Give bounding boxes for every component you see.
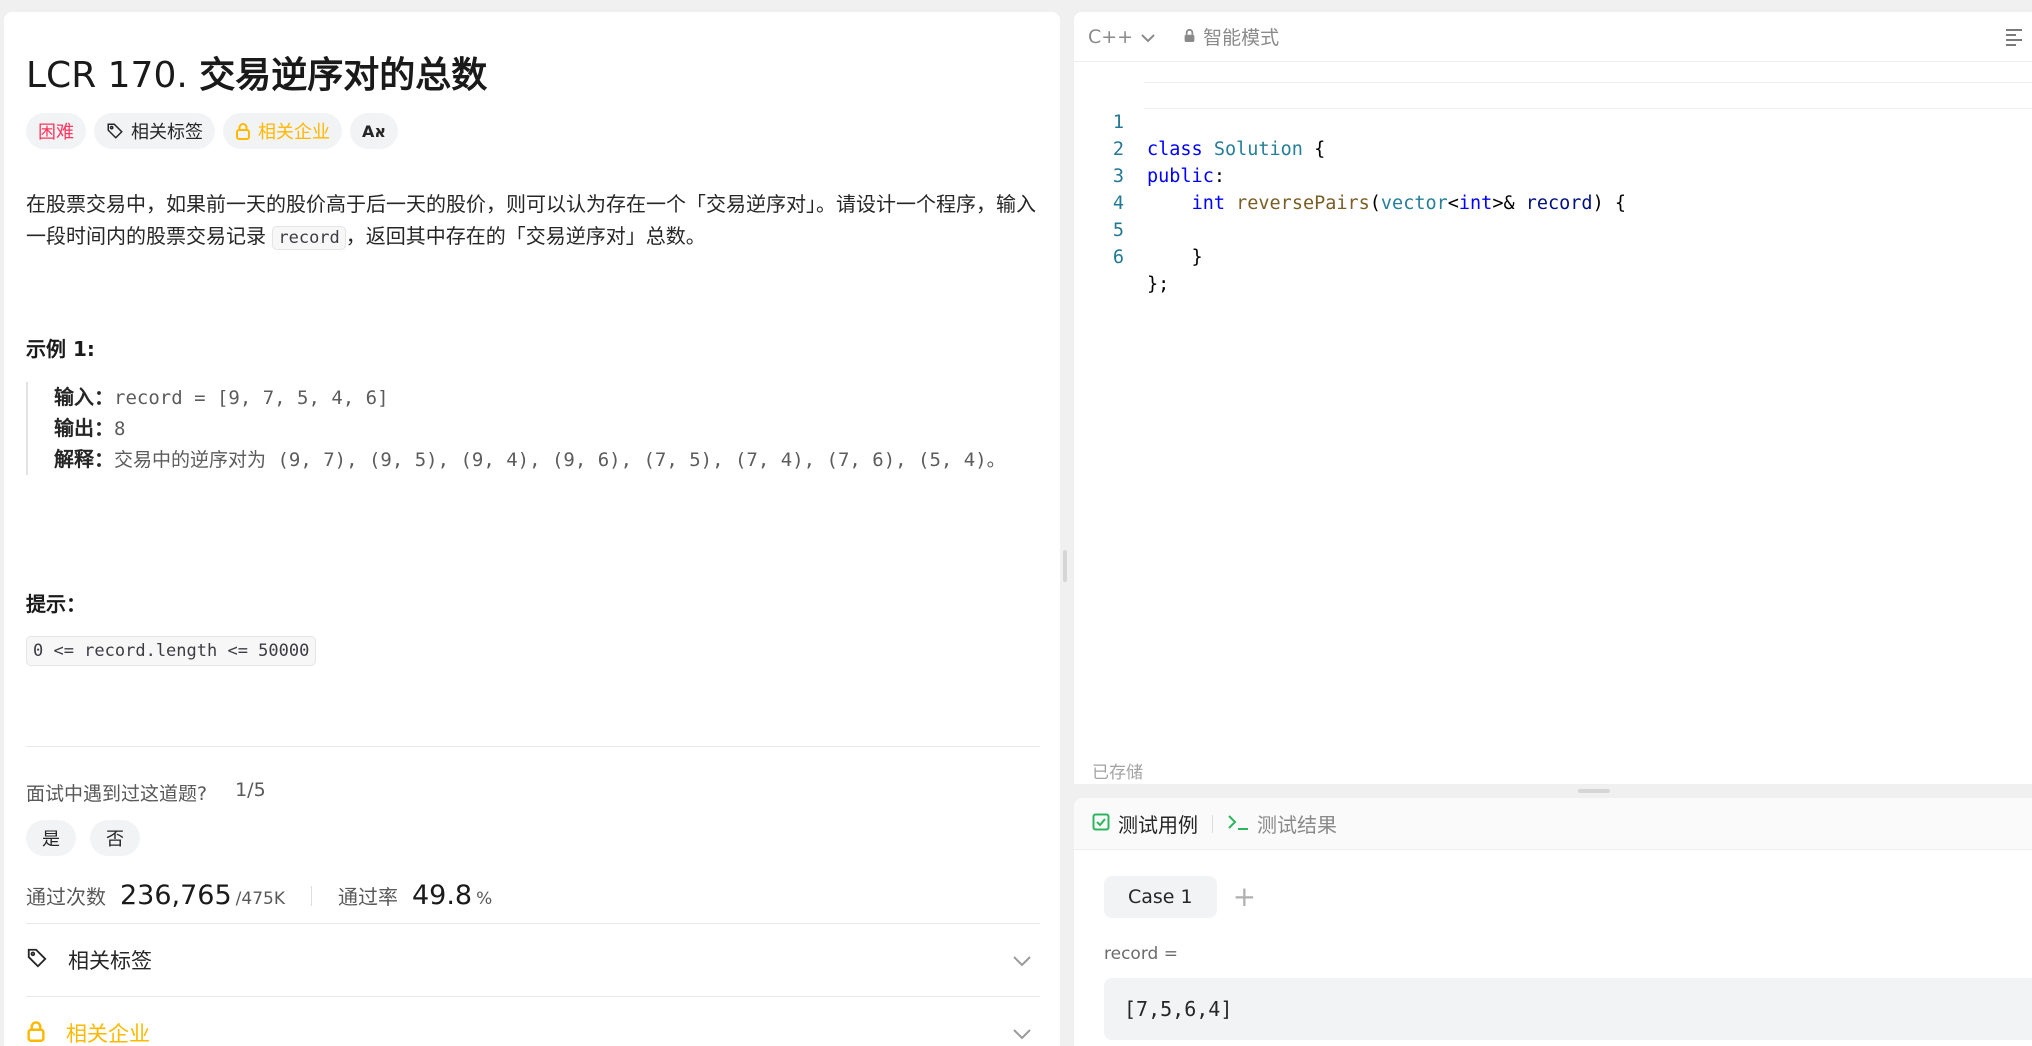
- interview-question-text: 面试中遇到过这道题?: [26, 783, 208, 805]
- add-case-button[interactable]: +: [1233, 883, 1256, 911]
- tab-divider: [1212, 814, 1213, 833]
- code-line-text: };: [1147, 274, 1170, 295]
- code-line: 2 public:: [1074, 109, 2032, 187]
- tab-testcases-label: 测试用例: [1118, 813, 1198, 837]
- chevron-down-icon: [1012, 1021, 1032, 1045]
- tab-testcases[interactable]: 测试用例: [1092, 809, 1198, 838]
- example-output-label: 输出：: [54, 416, 114, 440]
- interview-question: 面试中遇到过这道题? 1/5: [26, 779, 266, 806]
- testcase-tabs: 测试用例 测试结果: [1074, 798, 2032, 850]
- editor-toolbar: C++ 智能模式: [1074, 12, 2032, 62]
- terminal-icon: [1227, 812, 1249, 836]
- code-line-text: }: [1147, 247, 1203, 268]
- code-line: 6 };: [1074, 217, 2032, 295]
- interview-count: 1/5: [235, 779, 266, 801]
- smart-mode-toggle[interactable]: 智能模式: [1183, 23, 1279, 50]
- horizontal-splitter-handle[interactable]: [1578, 789, 1610, 793]
- example-block: 输入：record = [9, 7, 5, 4, 6] 输出：8 解释：交易中的…: [26, 382, 1026, 475]
- problem-title: LCR 170. 交易逆序对的总数: [26, 46, 487, 98]
- hint-title: 提示：: [26, 592, 86, 616]
- code-line: 5 }: [1074, 190, 2032, 268]
- accepted-value: 236,765: [120, 880, 232, 911]
- example-explain-line: 解释：交易中的逆序对为 (9, 7), (9, 5), (9, 4), (9, …: [54, 444, 1026, 475]
- saved-status: 已存储: [1092, 763, 1143, 783]
- example-output-line: 输出：8: [54, 413, 1026, 444]
- related-tags-chip[interactable]: 相关标签: [94, 113, 215, 149]
- accordion-related-companies[interactable]: 相关企业: [26, 997, 1040, 1046]
- tag-icon: [26, 947, 48, 974]
- example-title: 示例 1:: [26, 337, 95, 361]
- constraint-code: 0 <= record.length <= 50000: [26, 636, 317, 666]
- language-label: C++: [1088, 25, 1134, 48]
- accordion-related-tags-label: 相关标签: [68, 949, 152, 973]
- param-value-text: [7,5,6,4]: [1124, 997, 1233, 1021]
- description-text-2: ，返回其中存在的「交易逆序对」总数。: [345, 224, 706, 248]
- description-inline-code: record: [272, 226, 346, 250]
- example-input-label: 输入：: [54, 385, 114, 409]
- tab-test-results-label: 测试结果: [1257, 813, 1337, 837]
- submissions-value: /475K: [235, 889, 285, 909]
- divider: [26, 746, 1040, 747]
- tab-test-results[interactable]: 测试结果: [1227, 809, 1337, 838]
- code-area[interactable]: 1 class Solution { 2 public: 3 int rever…: [1074, 82, 2032, 295]
- tag-icon: [106, 122, 124, 140]
- language-selector[interactable]: C++: [1088, 26, 1155, 48]
- difficulty-label: 困难: [38, 122, 74, 143]
- related-companies-chip[interactable]: 相关企业: [223, 113, 342, 149]
- chevron-down-icon: [1141, 26, 1155, 48]
- yes-button[interactable]: 是: [26, 820, 76, 856]
- case-selector-row: Case 1 +: [1104, 876, 1256, 918]
- difficulty-badge[interactable]: 困难: [26, 113, 86, 149]
- related-companies-chip-label: 相关企业: [258, 122, 330, 143]
- accepted-label: 通过次数: [26, 885, 106, 909]
- problem-description: 在股票交易中，如果前一天的股价高于后一天的股价，则可以认为存在一个「交易逆序对」…: [26, 188, 1036, 254]
- problem-title-text: 交易逆序对的总数: [199, 55, 488, 96]
- accordion-related-tags[interactable]: 相关标签: [26, 924, 1040, 996]
- line-number: 6: [1112, 247, 1124, 268]
- problem-number: LCR 170.: [26, 55, 188, 96]
- translate-button[interactable]: Aא: [350, 113, 399, 149]
- rate-unit: %: [476, 889, 493, 909]
- lock-icon: [1183, 26, 1196, 48]
- smart-mode-label: 智能模式: [1203, 27, 1280, 49]
- testcase-panel: 测试用例 测试结果 Case 1 + record = [7,5,6,4]: [1074, 798, 2032, 1046]
- tag-chips: 困难 相关标签 相关企业 Aא: [26, 113, 399, 149]
- related-tags-chip-label: 相关标签: [131, 122, 203, 143]
- param-value-input[interactable]: [7,5,6,4]: [1104, 978, 2032, 1040]
- code-line: 3 int reversePairs(vector<int>& record) …: [1074, 136, 2032, 214]
- example-explain-value: 交易中的逆序对为 (9, 7), (9, 5), (9, 4), (9, 6),…: [114, 449, 1006, 471]
- stats-row: 通过次数 236,765 /475K 通过率 49.8 %: [26, 880, 492, 911]
- translate-icon: Aא: [362, 121, 387, 141]
- vertical-splitter-handle[interactable]: [1063, 550, 1067, 582]
- rate-label: 通过率: [337, 885, 398, 909]
- constraint: 0 <= record.length <= 50000: [26, 636, 317, 666]
- interview-answer-buttons: 是 否: [26, 820, 140, 856]
- accordion-related-companies-label: 相关企业: [66, 1022, 150, 1046]
- chevron-down-icon: [1012, 948, 1032, 972]
- format-icon[interactable]: [2004, 26, 2024, 51]
- editor-toolbar-actions: [2004, 26, 2032, 51]
- case-1-button[interactable]: Case 1: [1104, 876, 1217, 918]
- example-input-value: record = [9, 7, 5, 4, 6]: [114, 387, 389, 409]
- param-name-label: record =: [1104, 944, 1178, 964]
- rate-value: 49.8: [411, 880, 473, 911]
- lock-icon: [26, 1020, 46, 1046]
- no-button[interactable]: 否: [90, 820, 140, 856]
- example-input-line: 输入：record = [9, 7, 5, 4, 6]: [54, 382, 1026, 413]
- lock-icon: [235, 122, 251, 140]
- checkbox-icon: [1092, 812, 1110, 836]
- stats-divider: [310, 885, 312, 906]
- code-line: 4: [1074, 163, 2032, 214]
- description-panel: LCR 170. 交易逆序对的总数 困难 相关标签 相关企业 Aא 在股票交易中…: [4, 12, 1060, 1046]
- example-explain-label: 解释：: [54, 447, 114, 471]
- example-output-value: 8: [114, 418, 126, 440]
- code-line: 1 class Solution {: [1074, 82, 2032, 160]
- code-editor-panel: C++ 智能模式 1 class Solution { 2 public: 3 …: [1074, 12, 2032, 784]
